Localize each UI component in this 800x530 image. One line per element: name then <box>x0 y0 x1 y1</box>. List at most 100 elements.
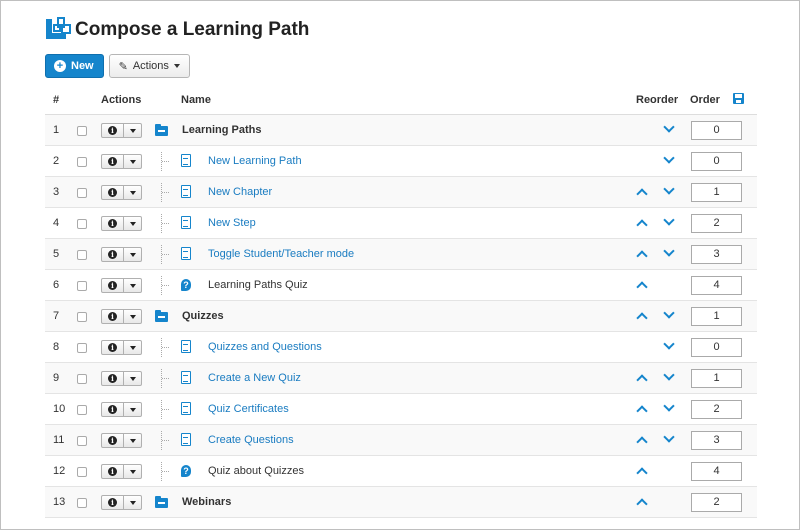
move-up-icon[interactable] <box>636 219 648 231</box>
order-input[interactable]: 3 <box>691 245 742 264</box>
row-actions-button[interactable]: i <box>101 278 142 293</box>
row-info-button[interactable]: i <box>102 403 124 416</box>
row-actions-button[interactable]: i <box>101 247 142 262</box>
save-order-icon[interactable] <box>733 93 744 104</box>
document-icon <box>181 154 191 167</box>
row-checkbox[interactable] <box>77 312 87 322</box>
row-info-button[interactable]: i <box>102 465 124 478</box>
row-name-link[interactable]: New Step <box>208 217 256 229</box>
row-checkbox[interactable] <box>77 219 87 229</box>
row-info-button[interactable]: i <box>102 310 124 323</box>
row-actions-dropdown-toggle[interactable] <box>124 155 141 168</box>
row-actions-button[interactable]: i <box>101 495 142 510</box>
order-input[interactable]: 4 <box>691 276 742 295</box>
row-info-button[interactable]: i <box>102 124 124 137</box>
row-info-button[interactable]: i <box>102 434 124 447</box>
row-info-button[interactable]: i <box>102 279 124 292</box>
move-up-icon[interactable] <box>636 374 648 386</box>
row-info-button[interactable]: i <box>102 248 124 261</box>
row-info-button[interactable]: i <box>102 217 124 230</box>
row-checkbox[interactable] <box>77 281 87 291</box>
order-input[interactable]: 1 <box>691 369 742 388</box>
row-name-link[interactable]: Quizzes and Questions <box>208 341 322 353</box>
row-actions-button[interactable]: i <box>101 216 142 231</box>
row-actions-button[interactable]: i <box>101 371 142 386</box>
row-checkbox[interactable] <box>77 374 87 384</box>
table-row: 9 i Create a New Quiz 1 <box>45 363 757 394</box>
move-down-icon[interactable] <box>663 245 675 257</box>
row-checkbox[interactable] <box>77 157 87 167</box>
row-checkbox[interactable] <box>77 188 87 198</box>
move-up-icon[interactable] <box>636 498 648 510</box>
move-down-icon[interactable] <box>663 214 675 226</box>
row-actions-dropdown-toggle[interactable] <box>124 465 141 478</box>
move-down-icon[interactable] <box>663 369 675 381</box>
move-up-icon[interactable] <box>636 250 648 262</box>
row-info-button[interactable]: i <box>102 496 124 509</box>
row-actions-button[interactable]: i <box>101 123 142 138</box>
row-checkbox[interactable] <box>77 467 87 477</box>
order-input[interactable]: 4 <box>691 462 742 481</box>
move-up-icon[interactable] <box>636 436 648 448</box>
row-name-link[interactable]: Create a New Quiz <box>208 372 301 384</box>
move-down-icon[interactable] <box>663 121 675 133</box>
move-up-icon[interactable] <box>636 467 648 479</box>
row-actions-button[interactable]: i <box>101 185 142 200</box>
row-actions-dropdown-toggle[interactable] <box>124 279 141 292</box>
row-actions-dropdown-toggle[interactable] <box>124 248 141 261</box>
row-actions-dropdown-toggle[interactable] <box>124 403 141 416</box>
order-input[interactable]: 0 <box>691 338 742 357</box>
row-actions-button[interactable]: i <box>101 154 142 169</box>
move-up-icon[interactable] <box>636 312 648 324</box>
order-input[interactable]: 1 <box>691 307 742 326</box>
info-icon: i <box>108 467 117 476</box>
row-actions-dropdown-toggle[interactable] <box>124 372 141 385</box>
move-up-icon[interactable] <box>636 281 648 293</box>
row-checkbox[interactable] <box>77 250 87 260</box>
row-checkbox[interactable] <box>77 126 87 136</box>
row-actions-button[interactable]: i <box>101 464 142 479</box>
order-input[interactable]: 0 <box>691 121 742 140</box>
move-down-icon[interactable] <box>663 400 675 412</box>
row-info-button[interactable]: i <box>102 155 124 168</box>
row-checkbox[interactable] <box>77 343 87 353</box>
move-down-icon[interactable] <box>663 338 675 350</box>
row-actions-dropdown-toggle[interactable] <box>124 217 141 230</box>
move-up-icon[interactable] <box>636 188 648 200</box>
new-button[interactable]: + New <box>45 54 104 78</box>
move-down-icon[interactable] <box>663 152 675 164</box>
row-actions-button[interactable]: i <box>101 402 142 417</box>
order-input[interactable]: 1 <box>691 183 742 202</box>
order-input[interactable]: 2 <box>691 214 742 233</box>
row-actions-dropdown-toggle[interactable] <box>124 124 141 137</box>
row-name-link[interactable]: Create Questions <box>208 434 294 446</box>
order-input[interactable]: 3 <box>691 431 742 450</box>
actions-dropdown-button[interactable]: ✎ Actions <box>108 54 190 78</box>
row-actions-button[interactable]: i <box>101 309 142 324</box>
row-name-link[interactable]: New Learning Path <box>208 155 302 167</box>
row-info-button[interactable]: i <box>102 186 124 199</box>
row-actions-dropdown-toggle[interactable] <box>124 341 141 354</box>
row-actions-button[interactable]: i <box>101 340 142 355</box>
move-up-icon[interactable] <box>636 405 648 417</box>
row-checkbox[interactable] <box>77 436 87 446</box>
row-actions-button[interactable]: i <box>101 433 142 448</box>
order-input[interactable]: 0 <box>691 152 742 171</box>
row-actions-dropdown-toggle[interactable] <box>124 186 141 199</box>
row-checkbox[interactable] <box>77 405 87 415</box>
move-down-icon[interactable] <box>663 431 675 443</box>
row-name-link[interactable]: Toggle Student/Teacher mode <box>208 248 354 260</box>
row-actions-dropdown-toggle[interactable] <box>124 434 141 447</box>
row-info-button[interactable]: i <box>102 341 124 354</box>
row-actions-dropdown-toggle[interactable] <box>124 310 141 323</box>
order-input[interactable]: 2 <box>691 400 742 419</box>
order-input[interactable]: 2 <box>691 493 742 512</box>
row-name-link[interactable]: New Chapter <box>208 186 272 198</box>
row-number: 13 <box>53 496 66 508</box>
row-info-button[interactable]: i <box>102 372 124 385</box>
move-down-icon[interactable] <box>663 307 675 319</box>
row-name-link[interactable]: Quiz Certificates <box>208 403 289 415</box>
move-down-icon[interactable] <box>663 183 675 195</box>
row-actions-dropdown-toggle[interactable] <box>124 496 141 509</box>
row-checkbox[interactable] <box>77 498 87 508</box>
